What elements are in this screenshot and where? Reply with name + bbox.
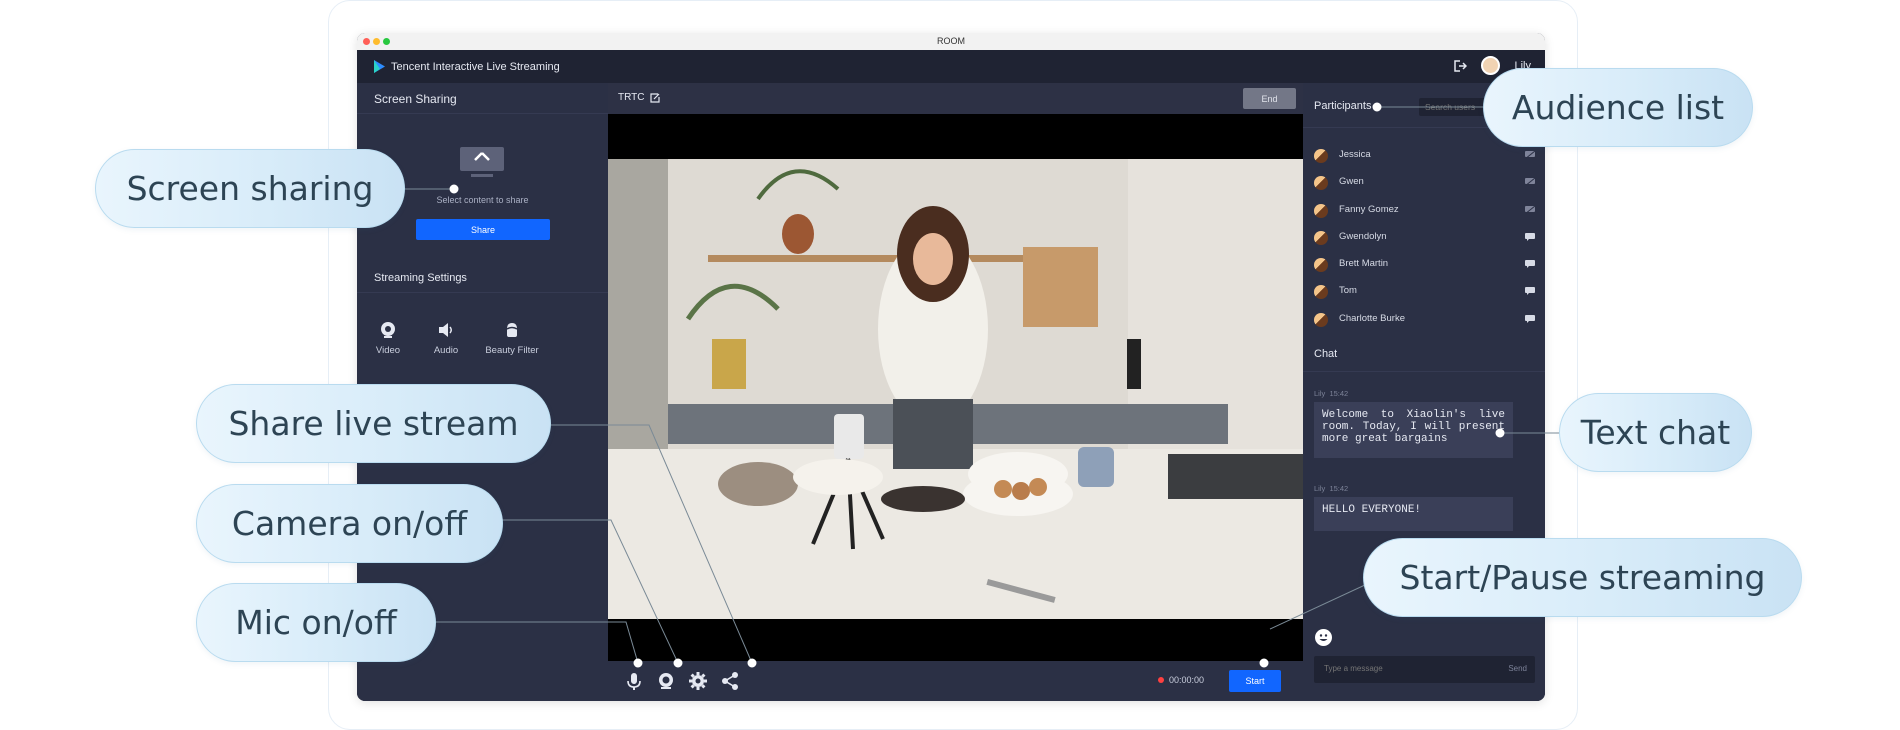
callout-start-pause: Start/Pause streaming <box>1363 538 1802 617</box>
callout-mic: Mic on/off <box>196 583 436 662</box>
callout-text-chat: Text chat <box>1559 393 1752 472</box>
callout-share-live-stream: Share live stream <box>196 384 551 463</box>
callout-camera: Camera on/off <box>196 484 503 563</box>
callout-audience-list: Audience list <box>1483 68 1753 147</box>
callout-screen-sharing: Screen sharing <box>95 149 405 228</box>
